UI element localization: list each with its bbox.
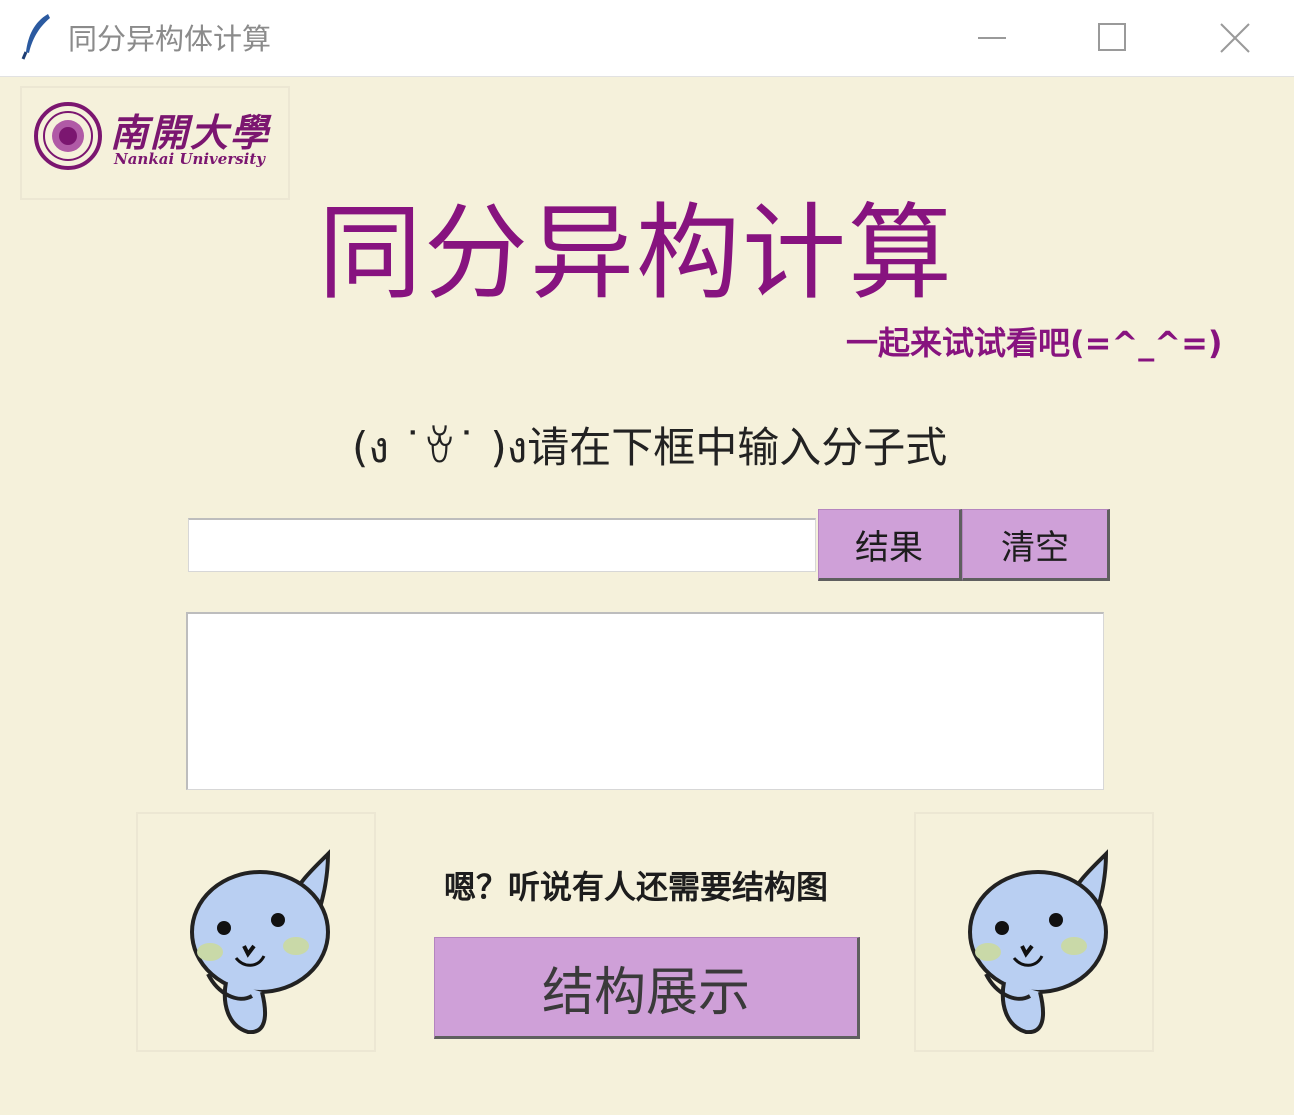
close-button[interactable] (1180, 0, 1290, 76)
mascot-right (914, 812, 1154, 1052)
window-title: 同分异构体计算 (68, 22, 272, 56)
maximize-icon (1098, 23, 1126, 51)
university-seal-icon (34, 102, 102, 170)
minimize-icon (978, 37, 1006, 39)
maximize-button[interactable] (1058, 0, 1168, 76)
page-title: 同分异构计算 (318, 192, 955, 314)
feather-icon (21, 14, 50, 60)
cat-mascot-icon (190, 849, 331, 1034)
formula-input[interactable] (188, 518, 816, 572)
university-logo: 南開大學 Nankai University (20, 86, 290, 200)
structure-hint: 嗯？听说有人还需要结构图 (444, 868, 829, 906)
result-button[interactable]: 结果 (818, 509, 962, 581)
logo-name-cn: 南開大學 (110, 110, 271, 155)
mascot-left (136, 812, 376, 1052)
title-bar: 同分异构体计算 (0, 0, 1294, 77)
structure-display-button[interactable]: 结构展示 (434, 937, 860, 1039)
cat-mascot-icon (968, 849, 1109, 1034)
subtitle: 一起来试试看吧(=^_^=) (846, 324, 1223, 362)
minimize-button[interactable] (938, 0, 1048, 76)
close-icon (1220, 23, 1250, 53)
result-output-area[interactable] (186, 612, 1104, 790)
logo-name-en: Nankai University (114, 150, 266, 168)
clear-button[interactable]: 清空 (962, 509, 1110, 581)
input-prompt: (ง ˙ꈊ˙ )ง请在下框中输入分子式 (352, 423, 948, 472)
